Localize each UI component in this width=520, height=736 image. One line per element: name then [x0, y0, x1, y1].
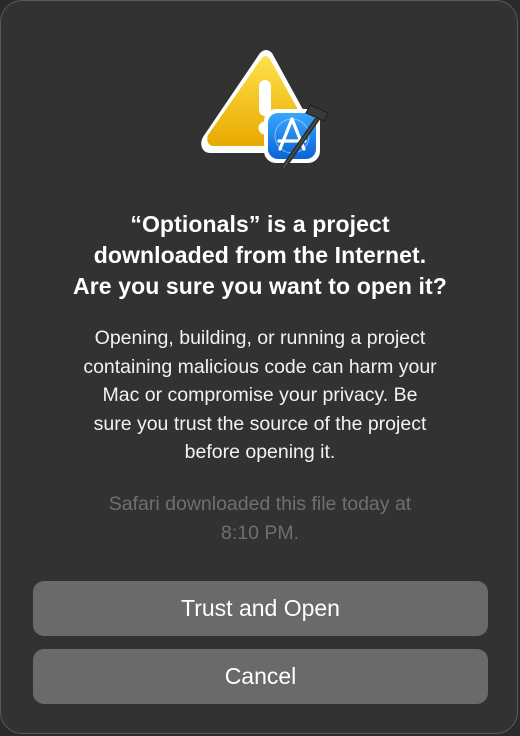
dialog-title: “Optionals” is a project downloaded from… — [73, 211, 447, 299]
cancel-button[interactable]: Cancel — [33, 649, 488, 704]
security-alert-dialog: “Optionals” is a project downloaded from… — [0, 0, 518, 734]
dialog-message: Opening, building, or running a project … — [83, 327, 437, 463]
trust-and-open-button[interactable]: Trust and Open — [33, 581, 488, 636]
warning-triangle-with-xcode-icon — [200, 49, 330, 171]
download-info-note: Safari downloaded this file today at 8:1… — [108, 493, 412, 544]
